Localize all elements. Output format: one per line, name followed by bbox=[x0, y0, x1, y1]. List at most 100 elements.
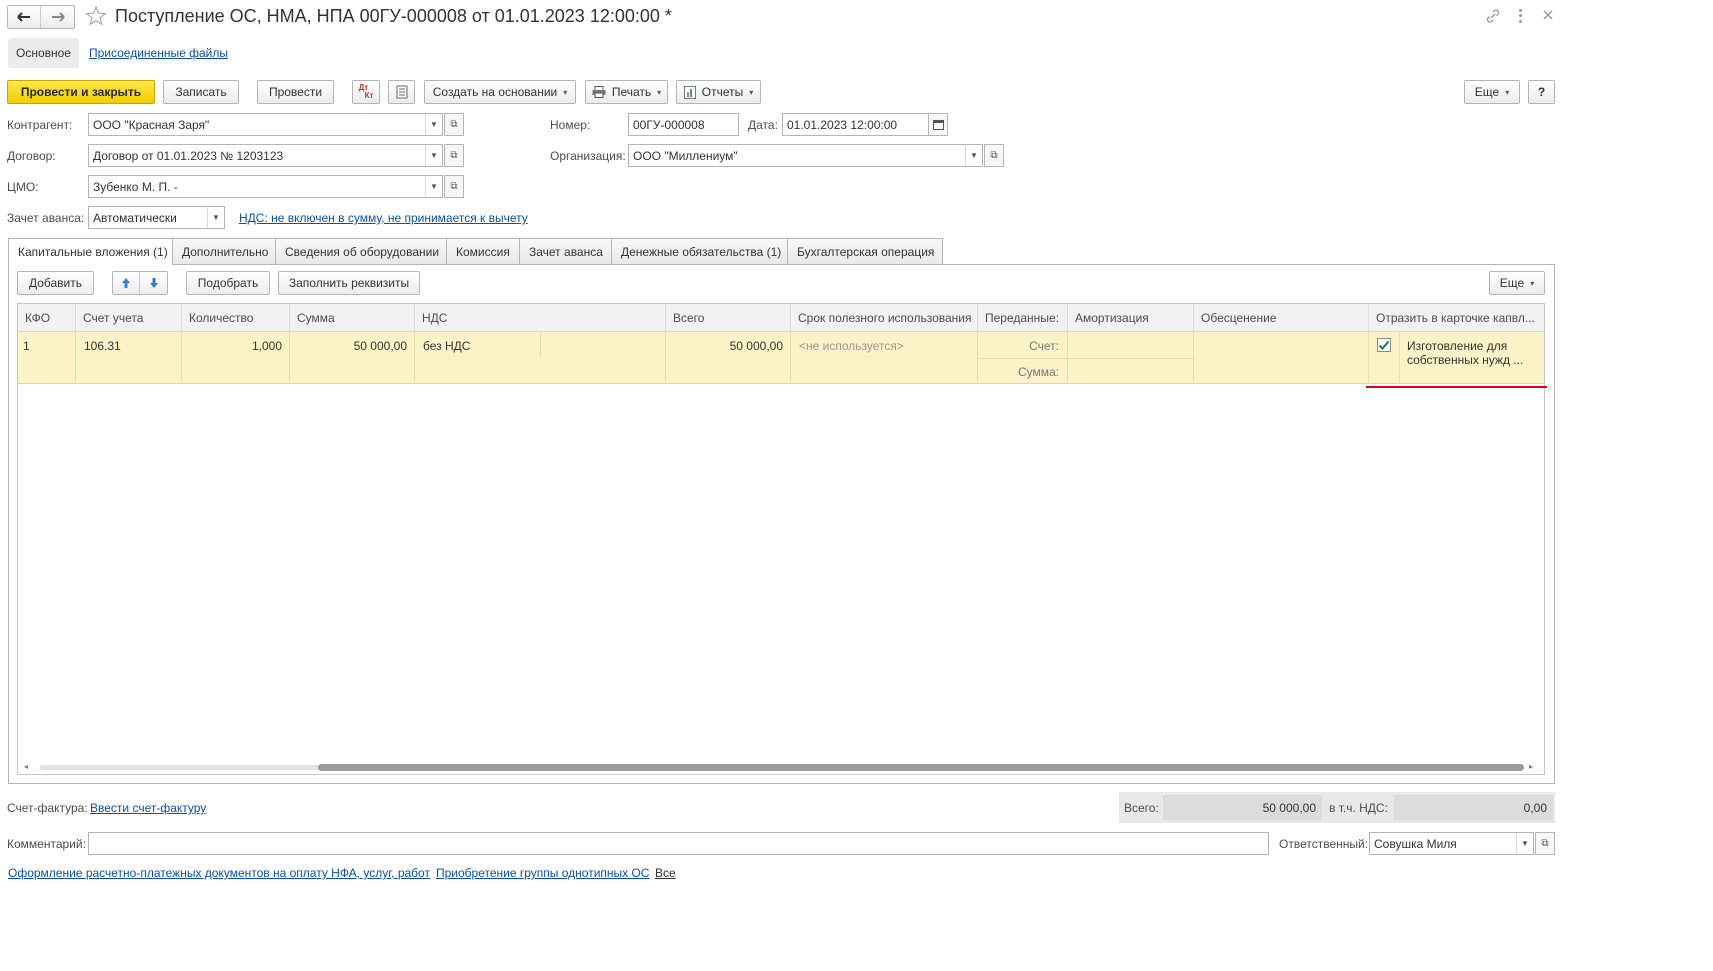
tab-commission[interactable]: Комиссия bbox=[446, 238, 520, 264]
post-button[interactable]: Провести bbox=[257, 80, 334, 104]
pick-button[interactable]: Подобрать bbox=[186, 271, 270, 295]
invoice-label: Счет-фактура: bbox=[7, 801, 88, 815]
post-and-close-button[interactable]: Провести и закрыть bbox=[7, 80, 155, 104]
arrow-right-icon[interactable] bbox=[41, 6, 74, 28]
reflect-checkbox[interactable] bbox=[1377, 338, 1391, 352]
comment-field[interactable] bbox=[88, 832, 1269, 855]
tab-capital-investments[interactable]: Капитальные вложения (1) bbox=[8, 238, 173, 265]
report-icon bbox=[683, 85, 696, 99]
scroll-right-icon[interactable]: ▸ bbox=[1529, 762, 1533, 771]
responsible-field[interactable]: Совушка Миля bbox=[1369, 832, 1517, 855]
responsible-open-icon[interactable]: ⧉ bbox=[1535, 832, 1555, 855]
payment-docs-link[interactable]: Оформление расчетно-платежных документов… bbox=[8, 866, 430, 880]
add-row-button[interactable]: Добавить bbox=[17, 271, 94, 295]
organization-dropdown-icon[interactable]: ▼ bbox=[965, 144, 983, 167]
date-field[interactable]: 01.01.2023 12:00:00 bbox=[782, 113, 929, 136]
responsible-label: Ответственный: bbox=[1279, 837, 1369, 851]
cell-account[interactable]: 106.31 bbox=[84, 339, 121, 353]
cell-sum[interactable]: 50 000,00 bbox=[290, 339, 407, 353]
counterparty-field[interactable]: ООО "Красная Заря" bbox=[88, 113, 426, 136]
mol-field[interactable]: Зубенко М. П. - bbox=[88, 175, 426, 198]
more-button[interactable]: Еще ▾ bbox=[1464, 80, 1520, 104]
col-header-total[interactable]: Всего bbox=[666, 304, 791, 332]
tab-additional[interactable]: Дополнительно bbox=[172, 238, 276, 264]
contract-label: Договор: bbox=[7, 149, 56, 163]
col-header-transferred[interactable]: Переданные: bbox=[978, 304, 1068, 332]
star-icon[interactable] bbox=[85, 5, 107, 27]
organization-field[interactable]: ООО "Миллениум" bbox=[628, 144, 966, 167]
enter-invoice-link[interactable]: Ввести счет-фактуру bbox=[90, 801, 206, 815]
tab-main[interactable]: Основное bbox=[8, 38, 79, 68]
contract-field[interactable]: Договор от 01.01.2023 № 1203123 bbox=[88, 144, 426, 167]
window-title: Поступление ОС, НМА, НПА 00ГУ-000008 от … bbox=[115, 6, 672, 26]
tab-monetary-obligations[interactable]: Денежные обязательства (1) bbox=[611, 238, 788, 264]
col-header-depreciation[interactable]: Амортизация bbox=[1068, 304, 1194, 332]
col-header-useful-life[interactable]: Срок полезного использования bbox=[791, 304, 978, 332]
all-links[interactable]: Все bbox=[655, 866, 676, 880]
cell-quantity[interactable]: 1,000 bbox=[182, 339, 282, 353]
help-button[interactable]: ? bbox=[1528, 80, 1555, 104]
organization-open-icon[interactable]: ⧉ bbox=[984, 144, 1004, 167]
cell-reflect-text-2[interactable]: собственных нужд ... bbox=[1407, 353, 1523, 367]
move-buttons bbox=[112, 271, 168, 295]
row-divider bbox=[1399, 332, 1400, 384]
chevron-down-icon: ▾ bbox=[657, 87, 662, 97]
calendar-icon[interactable] bbox=[928, 113, 948, 136]
dt-kt-icon[interactable]: Дт Кт bbox=[352, 80, 380, 104]
arrow-left-icon[interactable] bbox=[8, 6, 41, 28]
close-icon[interactable] bbox=[1541, 8, 1555, 22]
tab-accounting-operation[interactable]: Бухгалтерская операция bbox=[787, 238, 943, 264]
cell-reflect-text-1[interactable]: Изготовление для bbox=[1407, 339, 1507, 353]
table-more-button[interactable]: Еще ▾ bbox=[1489, 271, 1545, 295]
col-header-kfo[interactable]: КФО bbox=[18, 304, 76, 332]
vat-mode-link[interactable]: НДС: не включен в сумму, не принимается … bbox=[239, 211, 528, 225]
tab-attached-files[interactable]: Присоединенные файлы bbox=[89, 46, 228, 60]
cell-total[interactable]: 50 000,00 bbox=[666, 339, 783, 353]
number-label: Номер: bbox=[550, 118, 591, 132]
chevron-down-icon: ▾ bbox=[749, 87, 754, 97]
printer-icon bbox=[592, 86, 606, 98]
group-acquisition-link[interactable]: Приобретение группы однотипных ОС bbox=[436, 866, 649, 880]
more-vertical-icon[interactable] bbox=[1515, 8, 1525, 24]
organization-label: Организация: bbox=[550, 149, 626, 163]
responsible-dropdown-icon[interactable]: ▼ bbox=[1516, 832, 1534, 855]
link-icon[interactable] bbox=[1485, 8, 1501, 24]
col-header-account[interactable]: Счет учета bbox=[76, 304, 182, 332]
counterparty-open-icon[interactable]: ⧉ bbox=[444, 113, 464, 136]
scroll-left-icon[interactable]: ◂ bbox=[24, 762, 28, 771]
horizontal-scrollbar[interactable]: ◂ ▸ bbox=[18, 760, 1544, 774]
fill-details-button[interactable]: Заполнить реквизиты bbox=[278, 271, 420, 295]
create-based-on-button[interactable]: Создать на основании ▾ bbox=[424, 80, 576, 104]
col-header-reflect[interactable]: Отразить в карточке капвл... bbox=[1369, 304, 1544, 332]
mol-dropdown-icon[interactable]: ▼ bbox=[425, 175, 443, 198]
cell-kfo[interactable]: 1 bbox=[23, 339, 30, 353]
cell-vat[interactable]: без НДС bbox=[423, 339, 470, 353]
move-down-icon[interactable] bbox=[140, 272, 167, 294]
print-button[interactable]: Печать ▾ bbox=[585, 80, 668, 104]
tab-equipment-info[interactable]: Сведения об оборудовании bbox=[275, 238, 447, 264]
cell-useful-life[interactable]: <не используется> bbox=[799, 339, 904, 353]
advance-dropdown-icon[interactable]: ▼ bbox=[207, 206, 225, 229]
reports-label: Отчеты bbox=[701, 85, 744, 99]
col-header-sum[interactable]: Сумма bbox=[290, 304, 415, 332]
advance-field[interactable]: Автоматически bbox=[88, 206, 208, 229]
tab-advance-offset[interactable]: Зачет аванса bbox=[519, 238, 612, 264]
vat-value: 0,00 bbox=[1523, 801, 1547, 815]
contract-open-icon[interactable]: ⧉ bbox=[444, 144, 464, 167]
scrollbar-thumb[interactable] bbox=[318, 764, 1524, 771]
save-button[interactable]: Записать bbox=[163, 80, 239, 104]
total-label: Всего: bbox=[1124, 801, 1159, 815]
number-field[interactable]: 00ГУ-000008 bbox=[628, 113, 739, 136]
move-up-icon[interactable] bbox=[113, 272, 140, 294]
col-header-impairment[interactable]: Обесценение bbox=[1194, 304, 1369, 332]
chevron-down-icon: ▾ bbox=[563, 87, 568, 97]
document-list-icon[interactable] bbox=[388, 80, 415, 104]
mol-open-icon[interactable]: ⧉ bbox=[444, 175, 464, 198]
print-label: Печать bbox=[611, 85, 652, 99]
reports-button[interactable]: Отчеты ▾ bbox=[676, 80, 761, 104]
contract-dropdown-icon[interactable]: ▼ bbox=[425, 144, 443, 167]
col-header-quantity[interactable]: Количество bbox=[182, 304, 290, 332]
counterparty-dropdown-icon[interactable]: ▼ bbox=[425, 113, 443, 136]
vat-label: в т.ч. НДС: bbox=[1329, 801, 1388, 815]
col-header-vat[interactable]: НДС bbox=[415, 304, 666, 332]
